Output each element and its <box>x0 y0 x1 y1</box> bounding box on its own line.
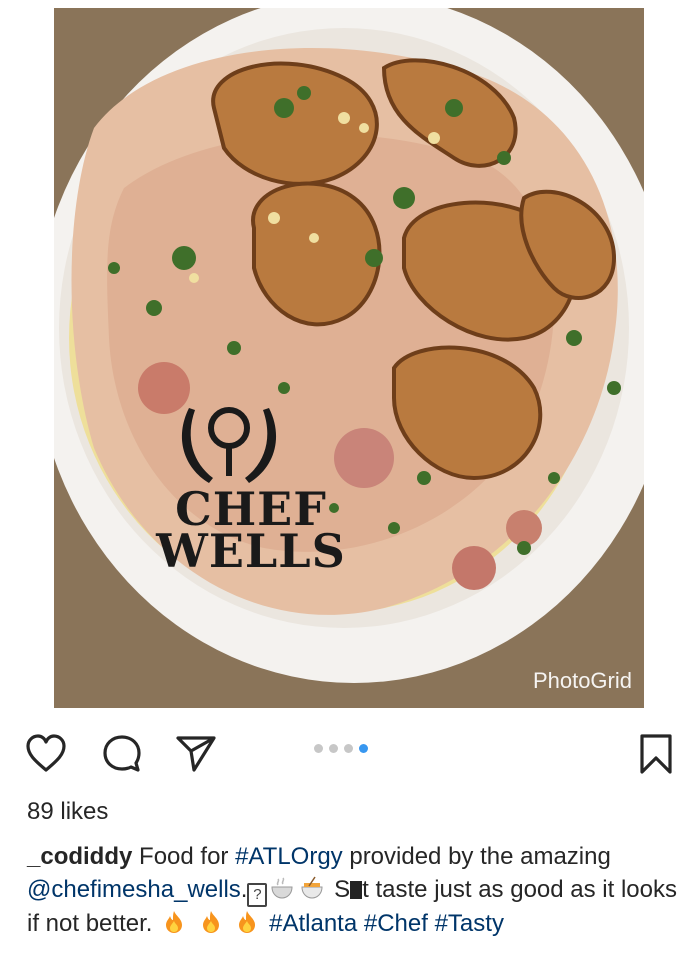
noodle-bowl-emoji-icon <box>301 876 323 899</box>
carousel-dot-active[interactable] <box>359 744 368 753</box>
fire-emoji-icon <box>239 911 256 933</box>
hashtag-atlanta[interactable]: #Atlanta <box>269 910 357 937</box>
hashtag-atlorgy[interactable]: #ATLOrgy <box>235 843 343 870</box>
carousel-dot[interactable] <box>329 744 338 753</box>
soup-bowl-emoji-icon <box>271 877 293 899</box>
share-icon[interactable] <box>174 732 218 776</box>
post-image[interactable]: CHEF WELLS PhotoGrid <box>54 8 644 708</box>
missing-emoji-glyph: ? <box>247 883 268 907</box>
fire-emoji-icon <box>166 911 183 933</box>
post-caption: _codiddy Food for #ATLOrgy provided by t… <box>27 840 677 940</box>
caption-text: provided by the amazing <box>342 843 611 870</box>
likes-count[interactable]: 89 likes <box>27 798 108 826</box>
comment-icon[interactable] <box>100 732 144 776</box>
caption-text: S <box>327 876 351 903</box>
hashtag-tasty[interactable]: #Tasty <box>435 910 504 937</box>
caption-text: . <box>240 876 248 903</box>
fire-emoji-icon <box>202 911 219 933</box>
heart-icon[interactable] <box>24 732 68 776</box>
hashtag-chef[interactable]: #Chef <box>364 910 428 937</box>
post-image-container: CHEF WELLS PhotoGrid <box>0 0 700 710</box>
censor-block <box>350 881 363 899</box>
carousel-dot[interactable] <box>344 744 353 753</box>
carousel-indicator <box>314 744 368 753</box>
watermark-line-2: WELLS <box>156 524 346 578</box>
caption-username[interactable]: _codiddy <box>27 843 132 870</box>
carousel-dot[interactable] <box>314 744 323 753</box>
bookmark-icon[interactable] <box>634 732 678 776</box>
caption-text: Food for <box>132 843 236 870</box>
photogrid-watermark: PhotoGrid <box>532 668 632 693</box>
chef-wells-watermark: CHEF WELLS <box>146 408 356 578</box>
post-action-bar <box>0 718 700 788</box>
mention-chefimesha-wells[interactable]: @chefimesha_wells <box>27 876 241 903</box>
food-illustration <box>54 8 644 708</box>
